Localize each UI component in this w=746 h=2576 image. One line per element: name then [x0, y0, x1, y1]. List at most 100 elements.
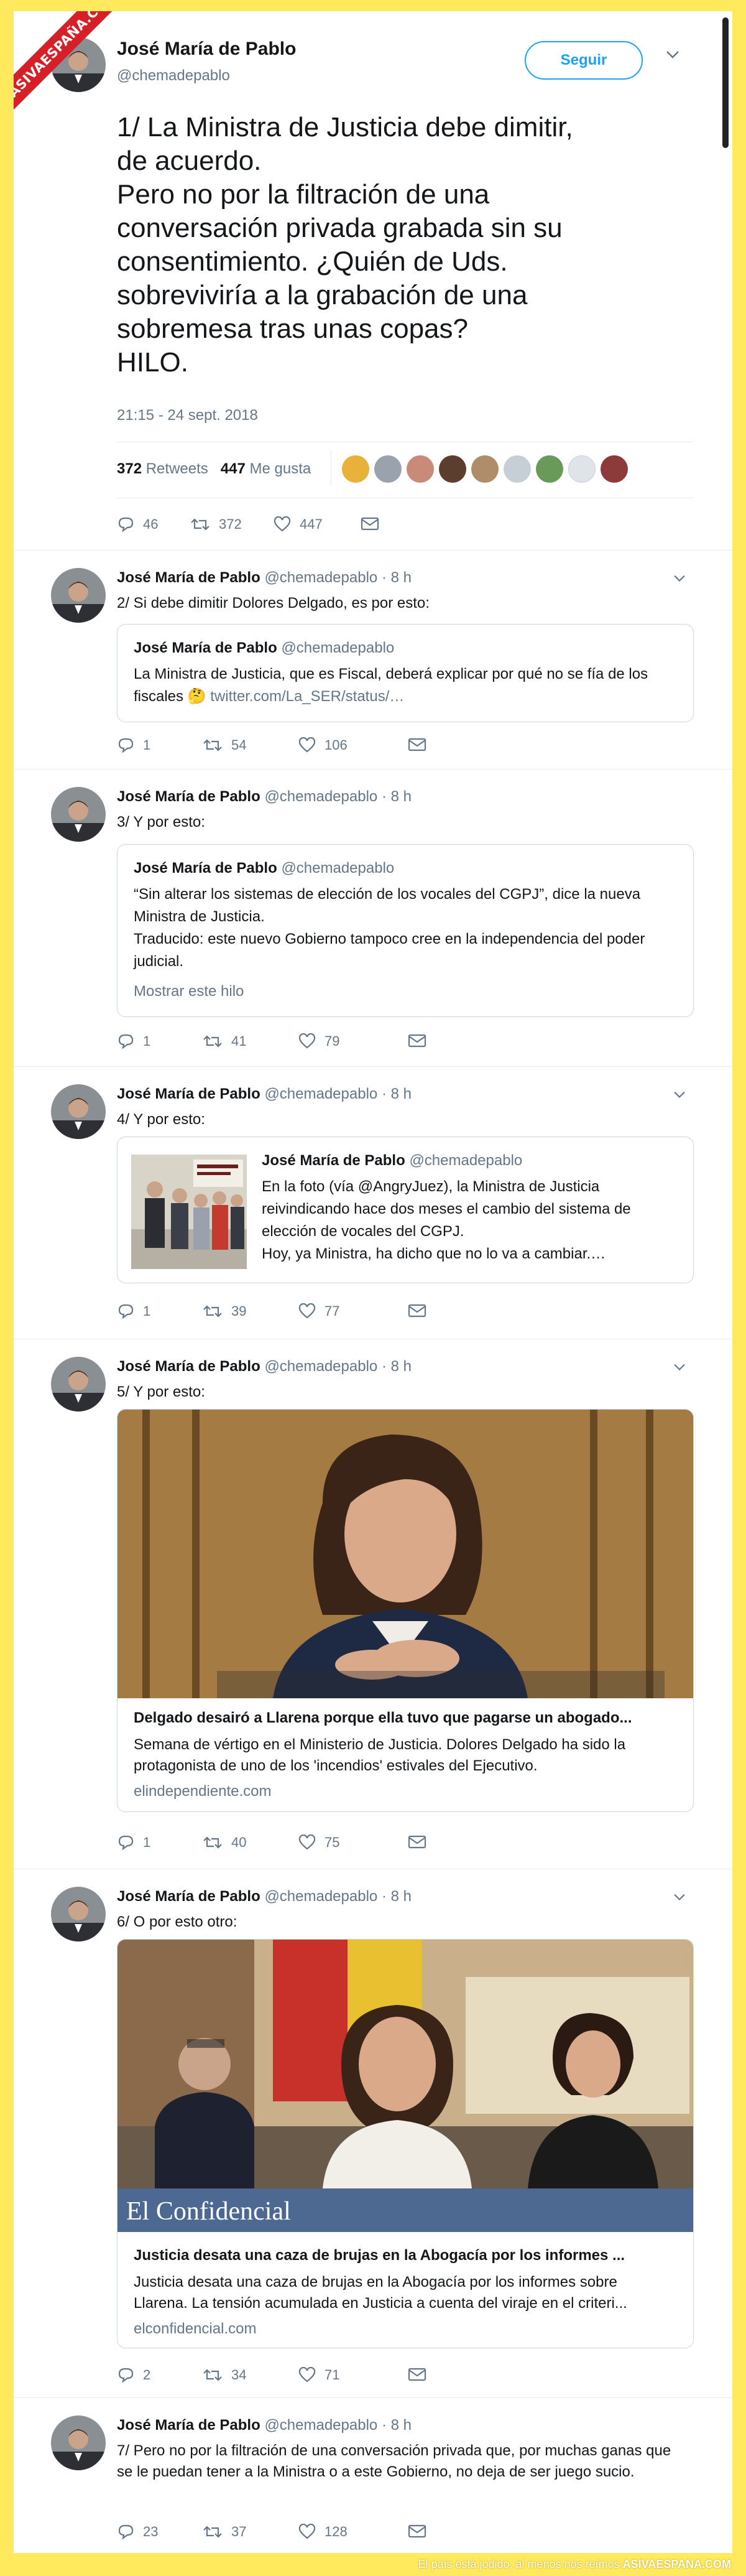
liker-avatar[interactable]	[342, 455, 369, 483]
like-button[interactable]: 79	[298, 1033, 339, 1049]
reply-count: 1	[143, 1834, 151, 1850]
reply-tweet[interactable]: José María de Pablo @chemadepablo · 8 h …	[14, 1066, 732, 1339]
retweet-button[interactable]: 41	[203, 1033, 246, 1049]
scrollbar[interactable]	[722, 17, 729, 148]
direct-message-button[interactable]	[408, 2524, 435, 2539]
chevron-down-icon[interactable]	[673, 574, 686, 583]
follow-button[interactable]: Seguir	[525, 41, 643, 80]
quoted-tweet[interactable]: José María de Pablo @chemadepablo La Min…	[117, 624, 694, 722]
author-handle[interactable]: @chemadepablo	[264, 1086, 377, 1102]
likes-count[interactable]: 447	[221, 460, 246, 477]
avatar[interactable]	[51, 568, 106, 623]
reply-button[interactable]: 23	[117, 2524, 158, 2540]
tweet-time[interactable]: · 8 h	[382, 569, 412, 586]
liker-avatar[interactable]	[536, 455, 563, 483]
footer-site[interactable]: ASIVAESPANA.COM	[623, 2558, 731, 2570]
chevron-down-icon[interactable]	[673, 1090, 686, 1099]
link-card[interactable]: Delgado desairó a Llarena porque ella tu…	[117, 1409, 694, 1812]
author-name[interactable]: José María de Pablo	[117, 1888, 260, 1905]
retweet-button[interactable]: 372	[190, 516, 242, 532]
author-name[interactable]: José María de Pablo	[117, 1358, 260, 1375]
liker-avatar[interactable]	[374, 455, 402, 483]
retweets-label[interactable]: Retweets	[146, 460, 208, 477]
reply-button[interactable]: 46	[117, 516, 158, 532]
author-name[interactable]: José María de Pablo	[117, 788, 260, 805]
direct-message-button[interactable]	[408, 1033, 435, 1048]
reply-button[interactable]: 1	[117, 1834, 150, 1851]
like-button[interactable]: 128	[298, 2524, 348, 2540]
author-name[interactable]: José María de Pablo	[117, 569, 260, 586]
avatar[interactable]	[51, 1887, 106, 1941]
chevron-down-icon[interactable]	[665, 50, 680, 60]
reply-tweet[interactable]: José María de Pablo @chemadepablo · 8 h …	[14, 2397, 732, 2553]
card-url[interactable]: elindependiente.com	[134, 1783, 272, 1800]
author-handle[interactable]: @chemadepablo	[264, 2417, 377, 2434]
reply-tweet[interactable]: José María de Pablo @chemadepablo · 8 h …	[14, 769, 732, 1066]
tweet-time[interactable]: · 8 h	[382, 1358, 412, 1375]
retweet-button[interactable]: 54	[203, 737, 246, 753]
tweet-time[interactable]: · 8 h	[382, 788, 412, 805]
like-count: 79	[325, 1033, 340, 1049]
retweets-count[interactable]: 372	[117, 460, 142, 477]
liker-avatar[interactable]	[504, 455, 531, 483]
liker-avatar[interactable]	[439, 455, 466, 483]
like-button[interactable]: 71	[298, 2367, 339, 2383]
author-handle[interactable]: @chemadepablo	[117, 67, 230, 85]
quoted-tweet[interactable]: José María de Pablo @chemadepablo “Sin a…	[117, 844, 694, 1017]
retweet-button[interactable]: 40	[203, 1834, 246, 1851]
tweet-timestamp[interactable]: 21:15 - 24 sept. 2018	[117, 407, 258, 424]
author-handle[interactable]: @chemadepablo	[264, 1888, 377, 1905]
reply-button[interactable]: 1	[117, 1033, 150, 1049]
like-button[interactable]: 77	[298, 1303, 339, 1319]
avatar[interactable]	[51, 787, 106, 842]
tweet-time[interactable]: · 8 h	[382, 1086, 412, 1102]
like-button[interactable]: 75	[298, 1834, 339, 1851]
liker-avatar[interactable]	[407, 455, 434, 483]
liker-avatar[interactable]	[471, 455, 499, 483]
like-button[interactable]: 106	[298, 737, 348, 753]
author-handle[interactable]: @chemadepablo	[264, 788, 377, 805]
reply-button[interactable]: 1	[117, 1303, 150, 1319]
quote-link[interactable]: twitter.com/La_SER/status/…	[206, 688, 404, 705]
liker-avatar[interactable]	[601, 455, 628, 483]
author-name[interactable]: José María de Pablo	[117, 2417, 260, 2434]
reply-tweet[interactable]: José María de Pablo @chemadepablo · 8 h …	[14, 1869, 732, 2397]
direct-message-button[interactable]	[408, 1834, 435, 1849]
author-name[interactable]: José María de Pablo	[117, 1086, 260, 1102]
retweet-count: 34	[231, 2367, 247, 2383]
avatar[interactable]	[51, 2416, 106, 2470]
retweet-button[interactable]: 37	[203, 2524, 246, 2540]
retweet-count: 39	[231, 1303, 247, 1319]
avatar[interactable]	[51, 1084, 106, 1139]
retweet-button[interactable]: 39	[203, 1303, 246, 1319]
direct-message-button[interactable]	[408, 2367, 435, 2382]
author-handle[interactable]: @chemadepablo	[264, 1358, 377, 1375]
direct-message-button[interactable]	[408, 1303, 435, 1318]
reply-button[interactable]: 2	[117, 2367, 150, 2383]
like-button[interactable]: 447	[274, 516, 323, 532]
heart-icon	[274, 516, 291, 532]
tweet-time[interactable]: · 8 h	[382, 2417, 412, 2434]
direct-message-button[interactable]	[361, 516, 388, 531]
retweet-button[interactable]: 34	[203, 2367, 246, 2383]
show-thread-link[interactable]: Mostrar este hilo	[134, 980, 675, 1003]
tweet-header: José María de Pablo @chemadepablo · 8 h	[117, 788, 412, 806]
author-handle[interactable]: @chemadepablo	[264, 569, 377, 586]
envelope-icon	[408, 1835, 426, 1849]
link-card[interactable]: El Confidencial Justicia desata una caza…	[117, 1939, 694, 2348]
reply-tweet[interactable]: José María de Pablo @chemadepablo · 8 h …	[14, 550, 732, 769]
reply-tweet[interactable]: José María de Pablo @chemadepablo · 8 h …	[14, 1339, 732, 1869]
direct-message-button[interactable]	[408, 737, 435, 752]
chevron-down-icon[interactable]	[673, 1893, 686, 1902]
reply-button[interactable]: 1	[117, 737, 150, 753]
card-url[interactable]: elconfidencial.com	[134, 2320, 256, 2338]
avatar[interactable]	[51, 1357, 106, 1411]
chevron-down-icon[interactable]	[673, 1363, 686, 1372]
liker-avatar[interactable]	[568, 455, 596, 483]
quote-photo[interactable]	[131, 1155, 247, 1269]
like-count: 71	[325, 2367, 340, 2383]
author-name[interactable]: José María de Pablo	[117, 39, 296, 60]
likes-label[interactable]: Me gusta	[250, 460, 311, 477]
quoted-tweet[interactable]: José María de Pablo @chemadepablo En la …	[117, 1137, 694, 1283]
tweet-time[interactable]: · 8 h	[382, 1888, 412, 1905]
